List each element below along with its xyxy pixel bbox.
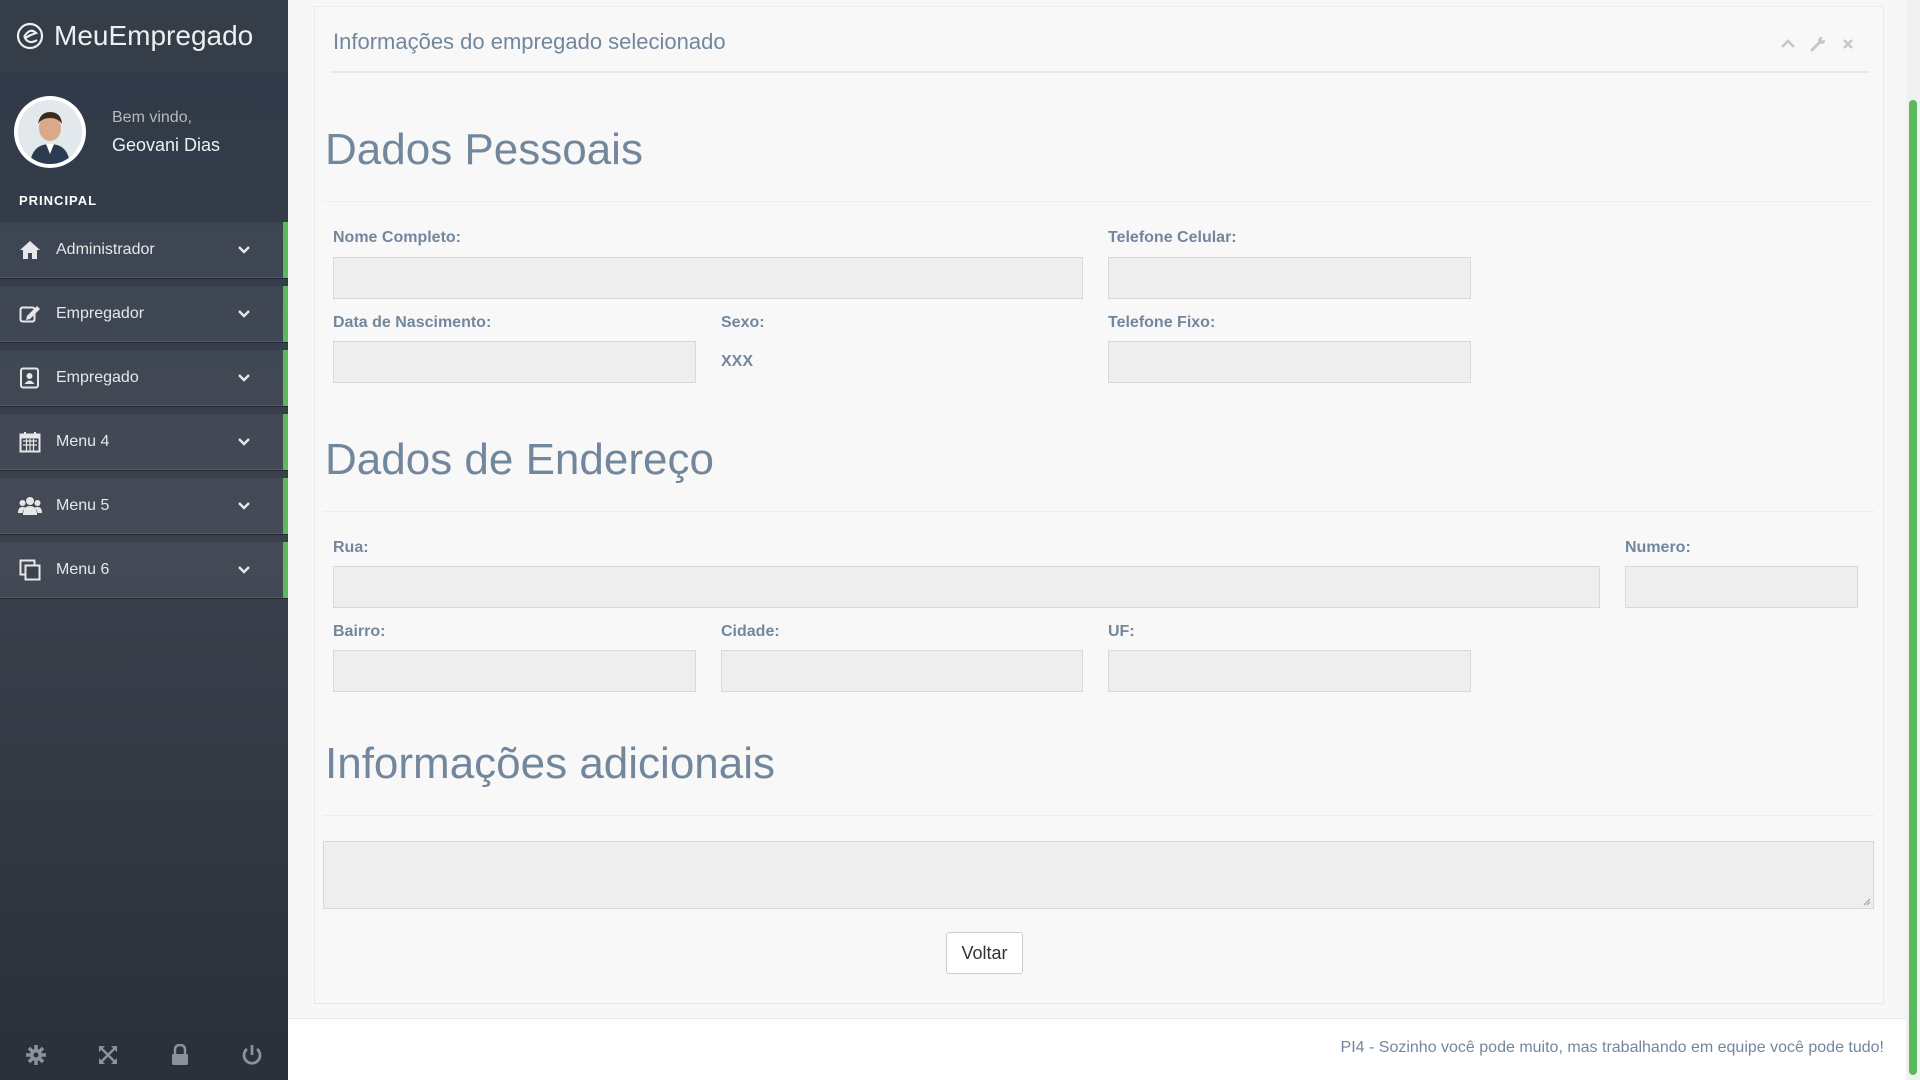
mobile-phone-field[interactable] xyxy=(1108,257,1471,299)
brand-logo-icon xyxy=(14,20,46,52)
sidebar-item-label: Empregador xyxy=(56,305,145,322)
settings-icon[interactable] xyxy=(0,1030,72,1080)
sidebar-item-label: Menu 4 xyxy=(56,433,110,450)
sidebar-item-menu-4[interactable]: Menu 4 xyxy=(0,414,288,470)
section-divider xyxy=(323,815,1875,816)
contact-card-icon xyxy=(18,366,42,390)
sidebar-item-label: Menu 5 xyxy=(56,497,110,514)
sex-label: Sexo: xyxy=(721,314,765,331)
main-content: Informações do empregado selecionado Dad… xyxy=(288,0,1906,1080)
sidebar-item-label: Empregado xyxy=(56,369,139,386)
sidebar-item-empregador[interactable]: Empregador xyxy=(0,286,288,342)
sidebar-item-menu-6[interactable]: Menu 6 xyxy=(0,542,288,598)
section-title-additional: Informações adicionais xyxy=(325,739,776,788)
chevron-down-icon xyxy=(237,563,251,577)
sidebar-item-label: Administrador xyxy=(56,241,155,258)
section-divider xyxy=(323,201,1875,202)
landline-label: Telefone Fixo: xyxy=(1108,314,1216,331)
page-footer: PI4 - Sozinho você pode muito, mas traba… xyxy=(288,1018,1906,1080)
street-field[interactable] xyxy=(333,566,1600,608)
edit-icon xyxy=(18,302,42,326)
birth-date-label: Data de Nascimento: xyxy=(333,314,492,331)
number-label: Numero: xyxy=(1625,539,1691,556)
full-name-field[interactable] xyxy=(333,257,1083,299)
footer-text: PI4 - Sozinho você pode muito, mas traba… xyxy=(1340,1039,1884,1056)
birth-date-field[interactable] xyxy=(333,341,696,383)
district-field[interactable] xyxy=(333,650,696,692)
close-icon[interactable] xyxy=(1839,35,1857,53)
chevron-down-icon xyxy=(237,371,251,385)
panel-toolbox xyxy=(1779,35,1857,53)
district-label: Bairro: xyxy=(333,623,386,640)
section-title-personal: Dados Pessoais xyxy=(325,125,643,174)
number-field[interactable] xyxy=(1625,566,1858,608)
mobile-phone-label: Telefone Celular: xyxy=(1108,229,1237,246)
city-field[interactable] xyxy=(721,650,1083,692)
power-icon[interactable] xyxy=(216,1030,288,1080)
state-field[interactable] xyxy=(1108,650,1471,692)
sex-value: XXX xyxy=(721,353,754,370)
fullscreen-icon[interactable] xyxy=(72,1030,144,1080)
clone-icon xyxy=(18,558,42,582)
brand-title: MeuEmpregado xyxy=(54,20,254,51)
chevron-down-icon xyxy=(237,243,251,257)
sidebar-item-administrador[interactable]: Administrador xyxy=(0,222,288,278)
back-button[interactable]: Voltar xyxy=(946,932,1023,974)
chevron-down-icon xyxy=(237,499,251,513)
landline-field[interactable] xyxy=(1108,341,1471,383)
sidebar-menu: Administrador Empregador Empregado Menu … xyxy=(0,222,288,606)
chevron-down-icon xyxy=(237,435,251,449)
menu-section-title: PRINCIPAL xyxy=(19,193,98,208)
city-label: Cidade: xyxy=(721,623,780,640)
scrollbar[interactable] xyxy=(1906,0,1920,1080)
resize-handle-icon[interactable] xyxy=(1861,896,1871,906)
user-profile: Bem vindo, Geovani Dias xyxy=(14,96,220,168)
state-label: UF: xyxy=(1108,623,1135,640)
section-title-address: Dados de Endereço xyxy=(325,435,714,484)
section-divider xyxy=(323,511,1875,512)
sidebar-item-label: Menu 6 xyxy=(56,561,110,578)
additional-info-textarea[interactable] xyxy=(323,841,1874,909)
collapse-icon[interactable] xyxy=(1779,35,1797,53)
users-icon xyxy=(18,494,42,518)
panel-divider xyxy=(331,71,1869,73)
home-icon xyxy=(18,238,42,262)
panel-title: Informações do empregado selecionado xyxy=(333,29,726,54)
scrollbar-thumb[interactable] xyxy=(1909,100,1917,1075)
sidebar-item-menu-5[interactable]: Menu 5 xyxy=(0,478,288,534)
welcome-text: Bem vindo, xyxy=(112,108,193,126)
street-label: Rua: xyxy=(333,539,369,556)
lock-icon[interactable] xyxy=(144,1030,216,1080)
sidebar-footer xyxy=(0,1030,288,1080)
brand[interactable]: MeuEmpregado xyxy=(0,0,288,72)
calendar-icon xyxy=(18,430,42,454)
user-name: Geovani Dias xyxy=(112,134,221,155)
wrench-icon[interactable] xyxy=(1809,35,1827,53)
sidebar-item-empregado[interactable]: Empregado xyxy=(0,350,288,406)
sidebar: MeuEmpregado Bem vindo, Geovani Dias PRI… xyxy=(0,0,288,1080)
full-name-label: Nome Completo: xyxy=(333,229,461,246)
avatar[interactable] xyxy=(14,96,86,168)
chevron-down-icon xyxy=(237,307,251,321)
employee-panel: Informações do empregado selecionado Dad… xyxy=(314,6,1884,1004)
